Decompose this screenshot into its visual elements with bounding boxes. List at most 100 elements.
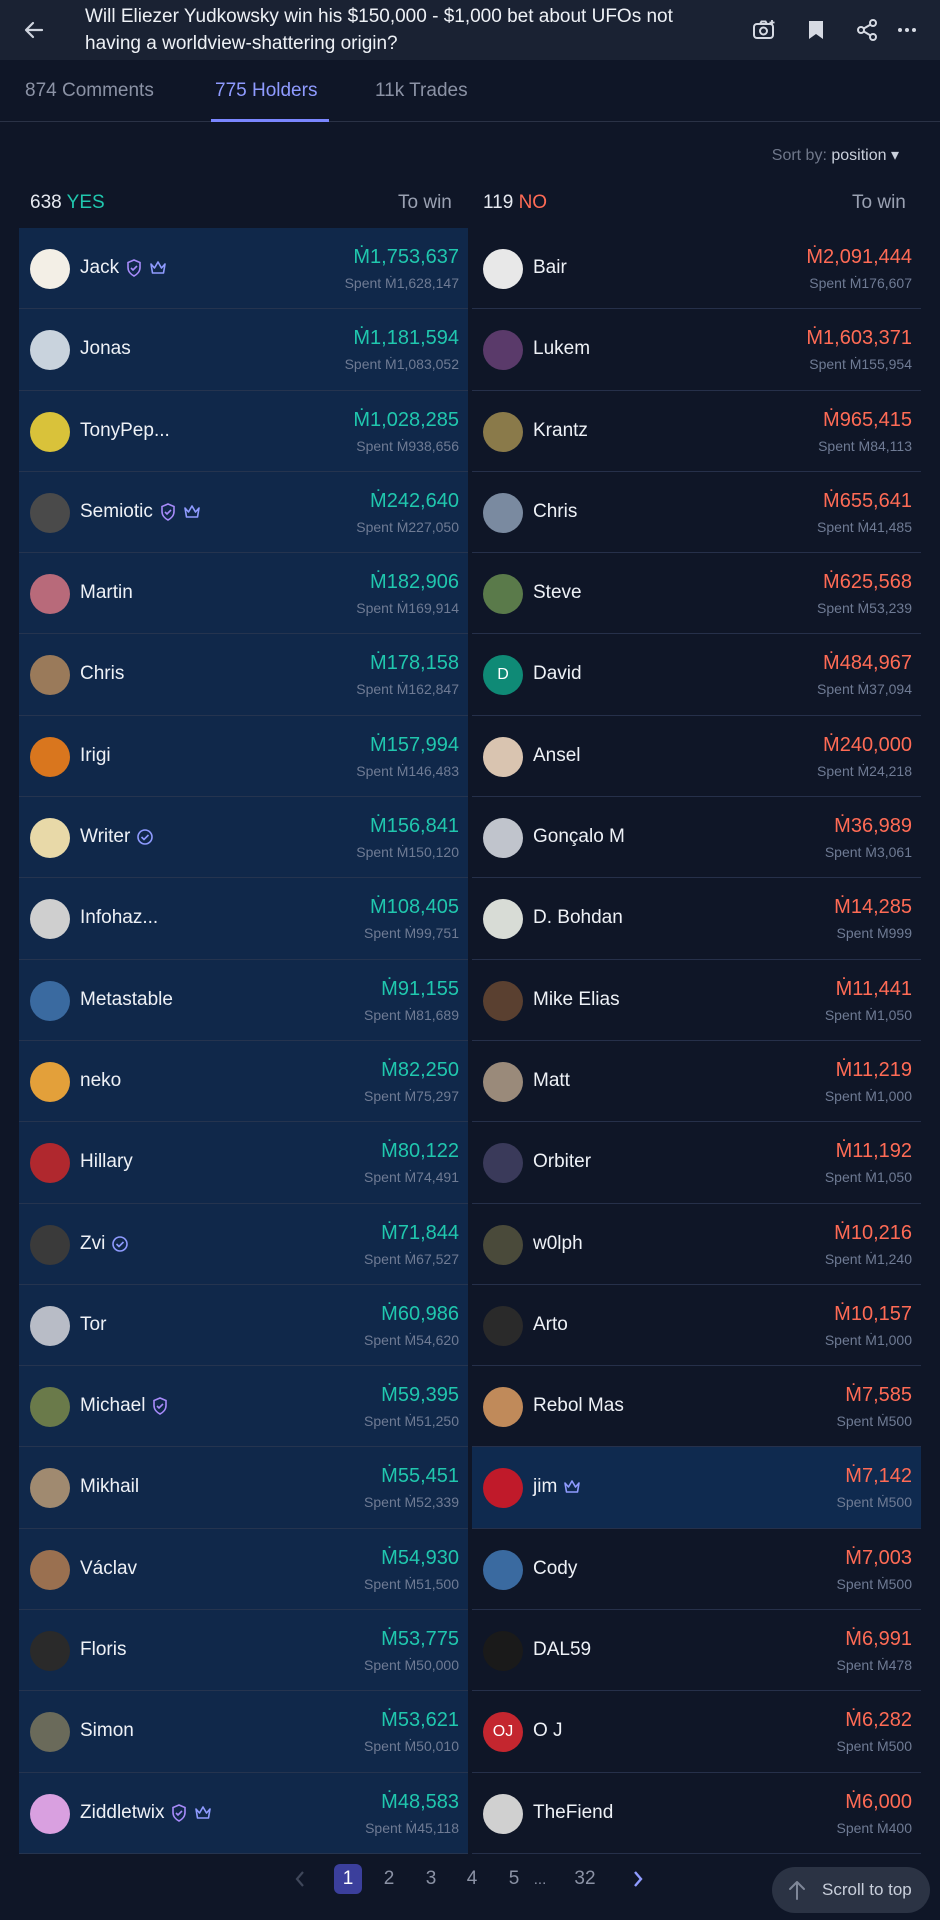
- avatar[interactable]: [30, 1387, 70, 1428]
- avatar[interactable]: [483, 818, 523, 859]
- holder-name[interactable]: Arto: [533, 1314, 568, 1336]
- holder-name[interactable]: Jonas: [80, 338, 131, 360]
- avatar[interactable]: [30, 899, 70, 940]
- page-button[interactable]: 3: [417, 1864, 445, 1894]
- holder-name[interactable]: TheFiend: [533, 1802, 613, 1824]
- more-button[interactable]: [893, 16, 921, 44]
- holder-row[interactable]: Rebol Mas Ṁ7,585 Spent Ṁ500: [472, 1366, 921, 1448]
- holder-name[interactable]: Mikhail: [80, 1476, 139, 1498]
- avatar[interactable]: [483, 1143, 523, 1184]
- holder-row[interactable]: Matt Ṁ11,219 Spent Ṁ1,000: [472, 1041, 921, 1123]
- holder-row[interactable]: Martin Ṁ182,906 Spent Ṁ169,914: [19, 553, 468, 635]
- holder-row[interactable]: TonyPep... Ṁ1,028,285 Spent Ṁ938,656: [19, 391, 468, 472]
- avatar[interactable]: [483, 574, 523, 615]
- holder-row[interactable]: Krantz Ṁ965,415 Spent Ṁ84,113: [472, 391, 921, 472]
- avatar[interactable]: [483, 899, 523, 940]
- holder-row[interactable]: Jonas Ṁ1,181,594 Spent Ṁ1,083,052: [19, 309, 468, 391]
- holder-row[interactable]: TheFiend Ṁ6,000 Spent Ṁ400: [472, 1773, 921, 1854]
- avatar[interactable]: [483, 411, 523, 452]
- page-button[interactable]: 32: [569, 1864, 601, 1894]
- holder-row[interactable]: jim Ṁ7,142 Spent Ṁ500: [472, 1447, 921, 1529]
- avatar[interactable]: [30, 249, 70, 289]
- holder-name[interactable]: Hillary: [80, 1151, 133, 1173]
- page-button[interactable]: 4: [458, 1864, 486, 1894]
- holder-row[interactable]: Steve Ṁ625,568 Spent Ṁ53,239: [472, 553, 921, 635]
- holder-name[interactable]: Simon: [80, 1720, 134, 1742]
- avatar[interactable]: [483, 249, 523, 289]
- holder-row[interactable]: Gonçalo M Ṁ36,989 Spent Ṁ3,061: [472, 797, 921, 879]
- holder-row[interactable]: neko Ṁ82,250 Spent Ṁ75,297: [19, 1041, 468, 1123]
- avatar[interactable]: [30, 1793, 70, 1834]
- holder-name[interactable]: Tor: [80, 1314, 106, 1336]
- holder-name[interactable]: Matt: [533, 1070, 570, 1092]
- holder-row[interactable]: Metastable Ṁ91,155 Spent Ṁ81,689: [19, 960, 468, 1041]
- avatar[interactable]: [30, 818, 70, 859]
- page-button[interactable]: 2: [375, 1864, 403, 1894]
- holder-name[interactable]: Mike Elias: [533, 989, 620, 1011]
- holder-row[interactable]: Semiotic Ṁ242,640 Spent Ṁ227,050: [19, 472, 468, 554]
- holder-name[interactable]: Infohaz...: [80, 907, 158, 929]
- avatar[interactable]: [30, 1224, 70, 1265]
- avatar[interactable]: OJ: [483, 1712, 523, 1753]
- holder-name[interactable]: neko: [80, 1070, 121, 1092]
- avatar[interactable]: D: [483, 655, 523, 696]
- bookmark-button[interactable]: [802, 16, 830, 44]
- prev-page-button[interactable]: [286, 1864, 314, 1894]
- avatar[interactable]: [30, 1305, 70, 1346]
- holder-row[interactable]: OJ O J Ṁ6,282 Spent Ṁ500: [472, 1691, 921, 1773]
- avatar[interactable]: [30, 1631, 70, 1672]
- holder-row[interactable]: Zvi Ṁ71,844 Spent Ṁ67,527: [19, 1204, 468, 1285]
- holder-name[interactable]: David: [533, 663, 582, 685]
- holder-row[interactable]: Mike Elias Ṁ11,441 Spent Ṁ1,050: [472, 960, 921, 1041]
- holder-name[interactable]: Chris: [80, 663, 124, 685]
- holder-row[interactable]: Chris Ṁ655,641 Spent Ṁ41,485: [472, 472, 921, 554]
- avatar[interactable]: [30, 574, 70, 615]
- avatar[interactable]: [30, 492, 70, 533]
- holder-row[interactable]: Václav Ṁ54,930 Spent Ṁ51,500: [19, 1529, 468, 1611]
- avatar[interactable]: [30, 1549, 70, 1590]
- avatar[interactable]: [30, 655, 70, 696]
- holder-row[interactable]: D David Ṁ484,967 Spent Ṁ37,094: [472, 634, 921, 716]
- page-button[interactable]: 5: [500, 1864, 528, 1894]
- avatar[interactable]: [30, 1468, 70, 1509]
- avatar[interactable]: [30, 736, 70, 777]
- holder-name[interactable]: O J: [533, 1720, 563, 1742]
- avatar[interactable]: [30, 1061, 70, 1102]
- holder-name[interactable]: Irigi: [80, 745, 111, 767]
- holder-name[interactable]: Chris: [533, 501, 577, 523]
- holder-row[interactable]: Mikhail Ṁ55,451 Spent Ṁ52,339: [19, 1447, 468, 1529]
- holder-row[interactable]: Michael Ṁ59,395 Spent Ṁ51,250: [19, 1366, 468, 1448]
- avatar[interactable]: [483, 980, 523, 1021]
- holder-row[interactable]: Irigi Ṁ157,994 Spent Ṁ146,483: [19, 716, 468, 798]
- holder-name[interactable]: Lukem: [533, 338, 590, 360]
- holder-row[interactable]: Chris Ṁ178,158 Spent Ṁ162,847: [19, 634, 468, 716]
- holder-row[interactable]: Ziddletwix Ṁ48,583 Spent Ṁ45,118: [19, 1773, 468, 1854]
- holder-name[interactable]: Ziddletwix: [80, 1802, 212, 1824]
- avatar[interactable]: [483, 1468, 523, 1509]
- avatar[interactable]: [483, 1549, 523, 1590]
- share-button[interactable]: [853, 16, 881, 44]
- avatar[interactable]: [483, 1387, 523, 1428]
- holder-row[interactable]: Ansel Ṁ240,000 Spent Ṁ24,218: [472, 716, 921, 798]
- back-button[interactable]: [18, 14, 50, 46]
- holder-name[interactable]: Cody: [533, 1558, 577, 1580]
- avatar[interactable]: [483, 736, 523, 777]
- holder-name[interactable]: Martin: [80, 582, 133, 604]
- avatar[interactable]: [30, 1143, 70, 1184]
- holder-name[interactable]: Semiotic: [80, 501, 201, 523]
- holder-row[interactable]: Jack Ṁ1,753,637 Spent Ṁ1,628,147: [19, 228, 468, 310]
- holder-name[interactable]: TonyPep...: [80, 420, 170, 442]
- holder-row[interactable]: DAL59 Ṁ6,991 Spent Ṁ478: [472, 1610, 921, 1692]
- holder-name[interactable]: Bair: [533, 257, 567, 279]
- holder-row[interactable]: Simon Ṁ53,621 Spent Ṁ50,010: [19, 1691, 468, 1773]
- page-button[interactable]: 1: [334, 1864, 362, 1894]
- holder-row[interactable]: w0lph Ṁ10,216 Spent Ṁ1,240: [472, 1204, 921, 1285]
- holder-row[interactable]: Bair Ṁ2,091,444 Spent Ṁ176,607: [472, 228, 921, 310]
- holder-name[interactable]: Floris: [80, 1639, 126, 1661]
- holder-row[interactable]: D. Bohdan Ṁ14,285 Spent Ṁ999: [472, 878, 921, 960]
- holder-name[interactable]: w0lph: [533, 1233, 583, 1255]
- next-page-button[interactable]: [624, 1864, 652, 1894]
- holder-row[interactable]: Floris Ṁ53,775 Spent Ṁ50,000: [19, 1610, 468, 1692]
- holder-row[interactable]: Lukem Ṁ1,603,371 Spent Ṁ155,954: [472, 309, 921, 391]
- avatar[interactable]: [483, 1224, 523, 1265]
